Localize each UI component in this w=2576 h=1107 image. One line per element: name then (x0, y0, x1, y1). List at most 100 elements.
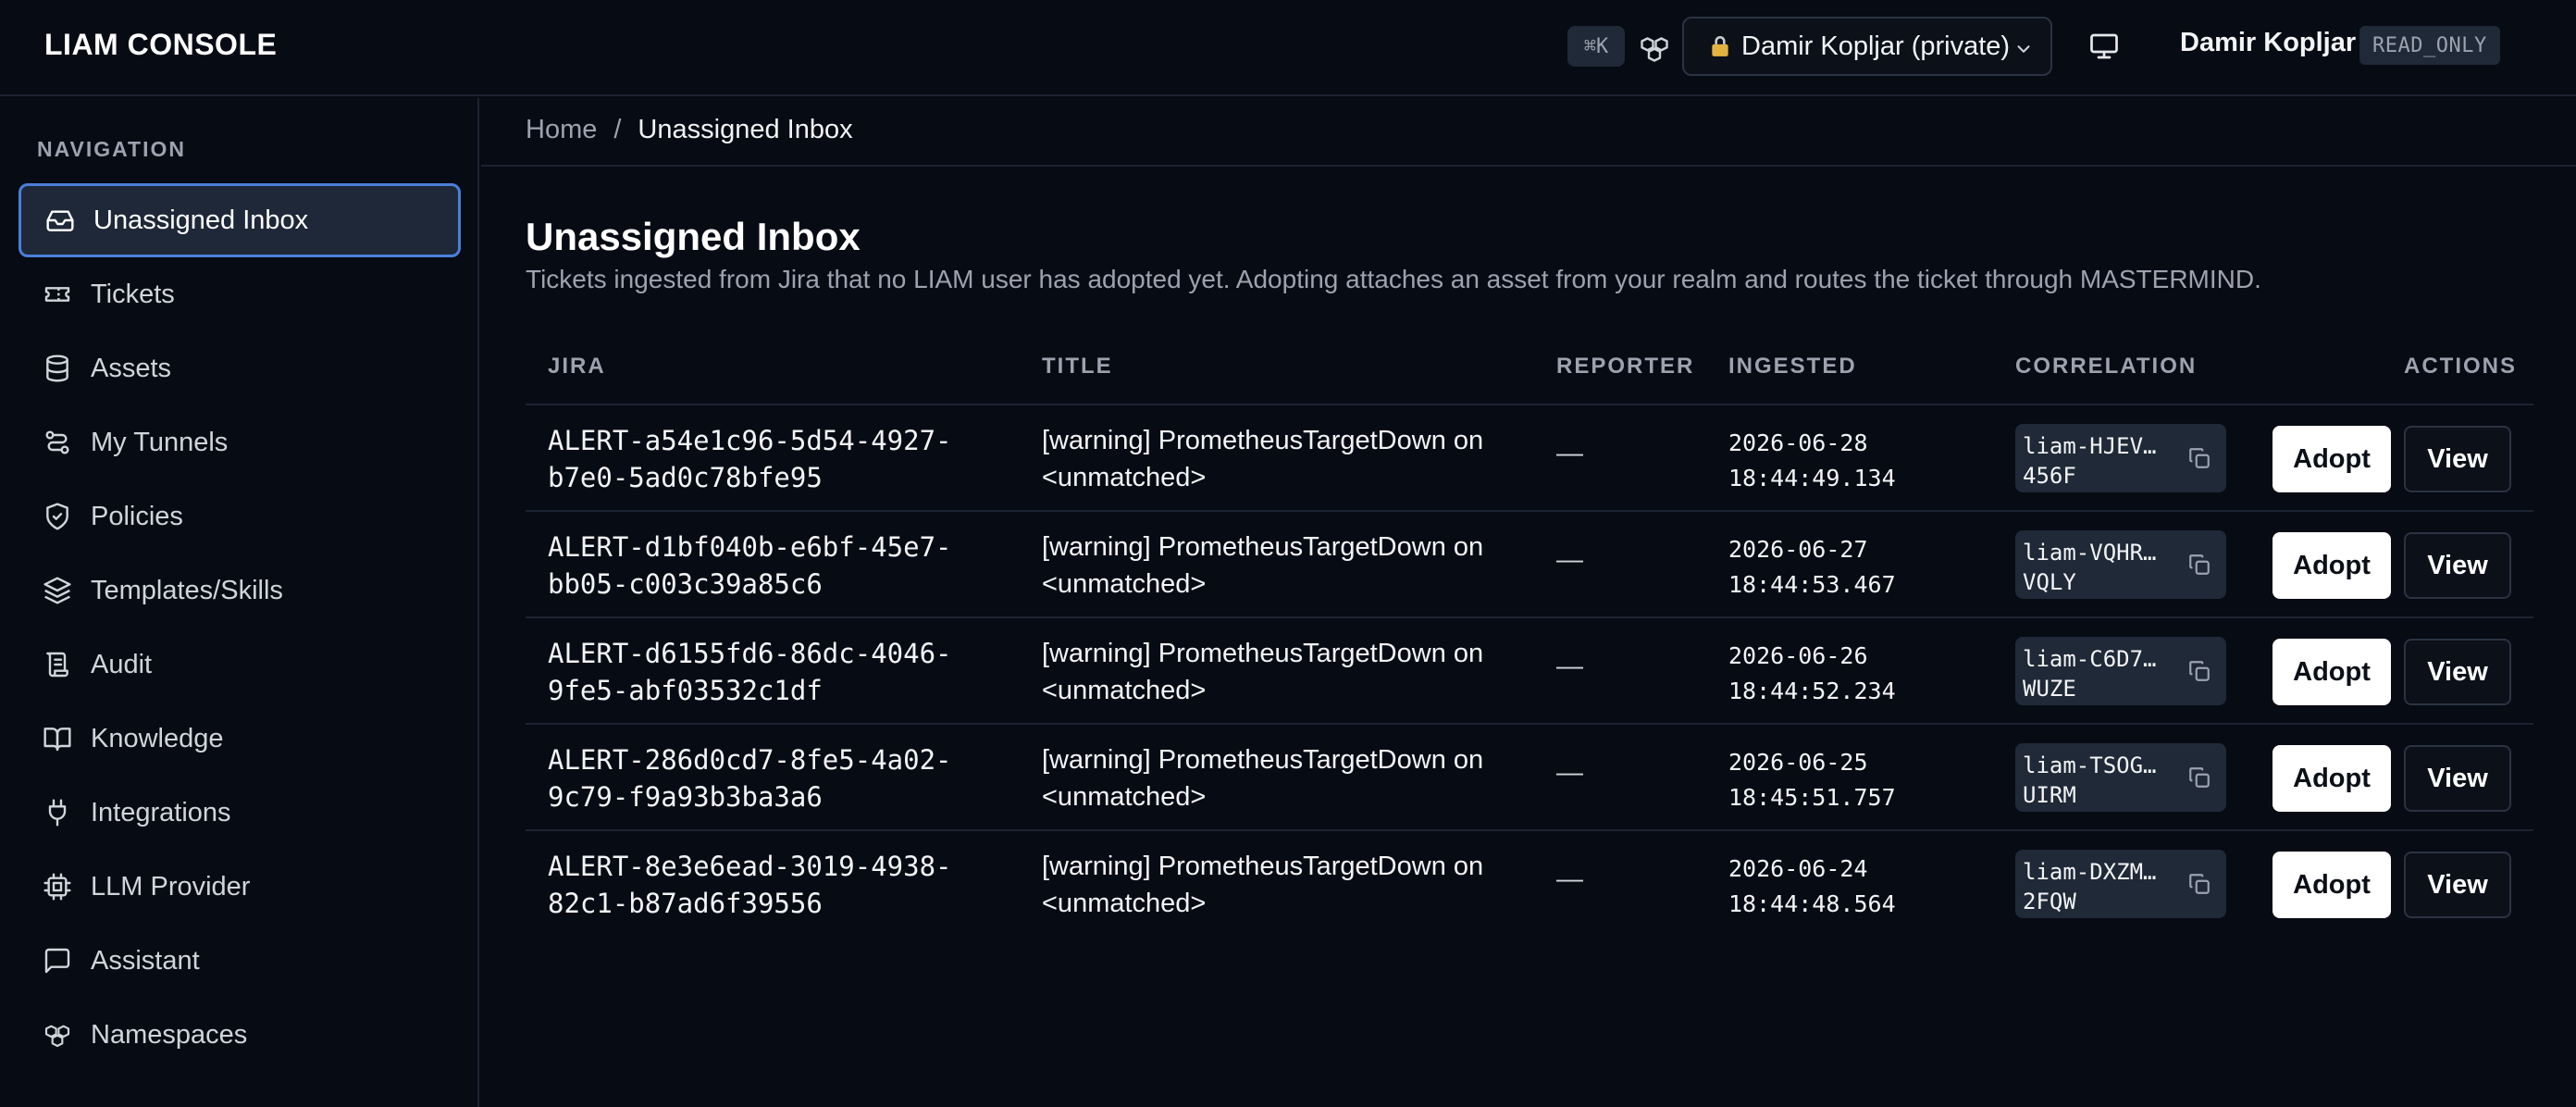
correlation-id-line: 456F (2023, 463, 2076, 489)
adopt-button[interactable]: Adopt (2273, 426, 2391, 492)
title-line: [warning] PrometheusTargetDown on (1042, 852, 1484, 881)
sidebar-item-label: Assistant (91, 945, 200, 976)
monitor-icon[interactable] (2087, 30, 2121, 63)
adopt-button[interactable]: Adopt (2273, 639, 2391, 705)
jira-key-line: ALERT-d6155fd6-86dc-4046- (548, 638, 952, 669)
table-row: ALERT-286d0cd7-8fe5-4a02- 9c79-f9a93b3ba… (526, 723, 2533, 829)
layers-icon (43, 577, 71, 604)
ticket-title: [warning] PrometheusTargetDown on <unmat… (1042, 422, 1523, 496)
copy-icon[interactable] (2187, 765, 2211, 790)
scroll-icon (46, 652, 68, 678)
title-line: [warning] PrometheusTargetDown on (1042, 745, 1484, 775)
column-header-actions: ACTIONS (2404, 354, 2517, 379)
correlation-id: liam-HJEV… 456F (2023, 431, 2171, 491)
ingested-date: 2026-06-27 (1728, 536, 1868, 563)
message-icon (44, 948, 70, 974)
jira-key[interactable]: ALERT-d1bf040b-e6bf-45e7- bb05-c003c39a8… (548, 529, 1010, 603)
ingested-time: 18:45:51.757 (1728, 784, 1896, 811)
sidebar-item-label: My Tunnels (91, 427, 229, 457)
ticket-title: [warning] PrometheusTargetDown on <unmat… (1042, 741, 1523, 815)
reporter: — (1556, 758, 1583, 788)
sidebar-item-label: Templates/Skills (91, 575, 283, 605)
jira-key[interactable]: ALERT-8e3e6ead-3019-4938- 82c1-b87ad6f39… (548, 848, 1010, 922)
sidebar-item-llm-provider[interactable]: LLM Provider (19, 850, 461, 924)
correlation-id-line: liam-C6D7… (2023, 646, 2157, 672)
copy-icon[interactable] (2187, 446, 2211, 470)
sidebar-item-knowledge[interactable]: Knowledge (19, 702, 461, 776)
view-button[interactable]: View (2404, 745, 2511, 812)
command-palette-shortcut[interactable]: ⌘K (1567, 26, 1625, 67)
sidebar-item-templates-skills[interactable]: Templates/Skills (19, 554, 461, 628)
ticket-icon (44, 287, 70, 302)
cpu-icon (43, 873, 71, 901)
ingested-time: 18:44:48.564 (1728, 890, 1896, 917)
correlation-chip: liam-VQHR… VQLY (2015, 530, 2226, 599)
realm-select[interactable]: Damir Kopljar (private) (1682, 17, 2052, 76)
sidebar-item-namespaces[interactable]: Namespaces (19, 998, 461, 1072)
copy-icon[interactable] (2187, 872, 2211, 896)
jira-key[interactable]: ALERT-d6155fd6-86dc-4046- 9fe5-abf03532c… (548, 635, 1010, 709)
brand-logo[interactable]: LIAM CONSOLE (44, 28, 277, 62)
correlation-id: liam-DXZM… 2FQW (2023, 857, 2171, 916)
jira-key-line: ALERT-8e3e6ead-3019-4938- (548, 851, 952, 882)
sidebar-item-my-tunnels[interactable]: My Tunnels (19, 405, 461, 479)
correlation-id-line: VQLY (2023, 569, 2076, 595)
sidebar-item-integrations[interactable]: Integrations (19, 776, 461, 850)
column-header-ingested: INGESTED (1728, 354, 1857, 379)
adopt-button[interactable]: Adopt (2273, 745, 2391, 812)
correlation-id: liam-C6D7… WUZE (2023, 644, 2171, 703)
boxes-icon[interactable] (1638, 31, 1671, 65)
breadcrumb-home[interactable]: Home (526, 115, 597, 145)
view-button[interactable]: View (2404, 852, 2511, 918)
table-row: ALERT-8e3e6ead-3019-4938- 82c1-b87ad6f39… (526, 829, 2533, 936)
ingested-time: 18:44:53.467 (1728, 571, 1896, 598)
title-line: <unmatched> (1042, 782, 1207, 812)
title-line: <unmatched> (1042, 889, 1207, 918)
breadcrumb-divider (481, 165, 2576, 167)
reporter: — (1556, 864, 1583, 894)
title-line: [warning] PrometheusTargetDown on (1042, 639, 1484, 668)
column-header-title: TITLE (1042, 354, 1113, 379)
jira-key[interactable]: ALERT-a54e1c96-5d54-4927- b7e0-5ad0c78bf… (548, 422, 1010, 496)
sidebar-item-label: LLM Provider (91, 871, 251, 902)
correlation-id-line: UIRM (2023, 782, 2076, 808)
copy-icon[interactable] (2187, 659, 2211, 683)
sidebar-item-assistant[interactable]: Assistant (19, 924, 461, 998)
title-line: [warning] PrometheusTargetDown on (1042, 426, 1484, 455)
adopt-button[interactable]: Adopt (2273, 852, 2391, 918)
sidebar-item-label: Assets (91, 353, 172, 383)
correlation-id-line: liam-DXZM… (2023, 859, 2157, 885)
tunnel-icon (45, 430, 69, 454)
correlation-chip: liam-DXZM… 2FQW (2015, 850, 2226, 918)
sidebar-item-assets[interactable]: Assets (19, 331, 461, 405)
ingested-timestamp: 2026-06-28 18:44:49.134 (1728, 426, 1951, 496)
table-row: ALERT-d6155fd6-86dc-4046- 9fe5-abf03532c… (526, 616, 2533, 723)
sidebar-item-policies[interactable]: Policies (19, 479, 461, 554)
shield-check-icon (46, 503, 68, 530)
reporter: — (1556, 545, 1583, 575)
breadcrumb-separator: / (613, 115, 622, 144)
column-header-reporter: REPORTER (1556, 354, 1695, 379)
correlation-id-line: liam-VQHR… (2023, 540, 2157, 566)
jira-key[interactable]: ALERT-286d0cd7-8fe5-4a02- 9c79-f9a93b3ba… (548, 741, 1010, 815)
copy-icon[interactable] (2187, 553, 2211, 577)
jira-key-line: ALERT-d1bf040b-e6bf-45e7- (548, 531, 952, 563)
view-button[interactable]: View (2404, 532, 2511, 599)
view-button[interactable]: View (2404, 639, 2511, 705)
ingested-timestamp: 2026-06-27 18:44:53.467 (1728, 532, 1951, 603)
title-line: <unmatched> (1042, 676, 1207, 705)
jira-key-line: bb05-c003c39a85c6 (548, 568, 823, 600)
sidebar-item-label: Audit (91, 649, 153, 679)
adopt-button[interactable]: Adopt (2273, 532, 2391, 599)
ingested-date: 2026-06-25 (1728, 749, 1868, 776)
ingested-date: 2026-06-28 (1728, 429, 1868, 456)
correlation-id-line: 2FQW (2023, 889, 2076, 914)
view-button[interactable]: View (2404, 426, 2511, 492)
reporter: — (1556, 652, 1583, 681)
ingested-timestamp: 2026-06-24 18:44:48.564 (1728, 852, 1951, 922)
jira-key-line: b7e0-5ad0c78bfe95 (548, 462, 823, 493)
sidebar-item-label: Knowledge (91, 723, 224, 753)
sidebar-item-tickets[interactable]: Tickets (19, 257, 461, 331)
sidebar-item-audit[interactable]: Audit (19, 628, 461, 702)
sidebar-item-unassigned-inbox[interactable]: Unassigned Inbox (19, 183, 461, 257)
